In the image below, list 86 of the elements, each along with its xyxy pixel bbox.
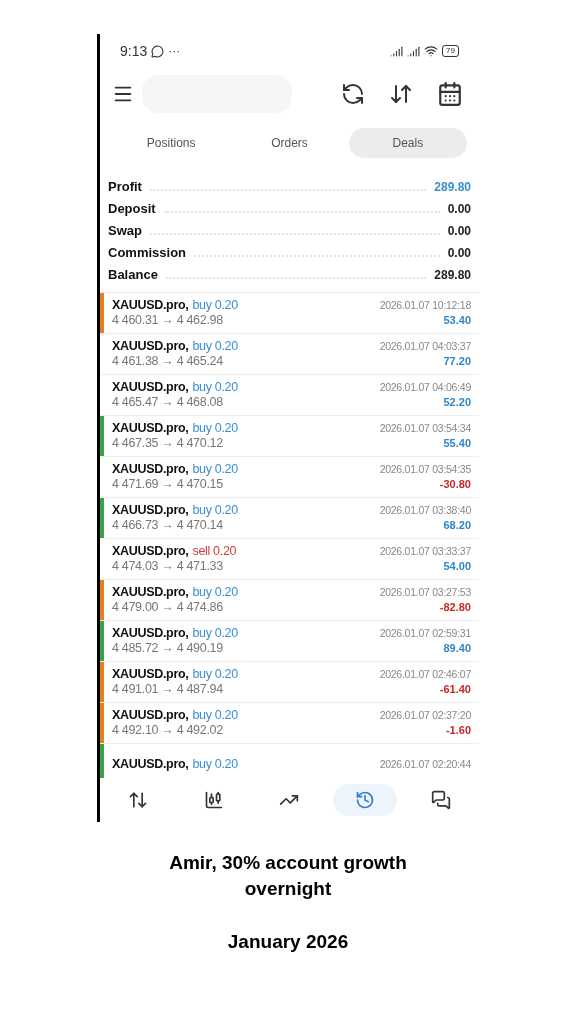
battery-level: 79	[442, 45, 459, 57]
summary-value: 289.80	[434, 267, 471, 284]
history-icon	[355, 790, 376, 810]
deal-profit: 89.40	[443, 641, 471, 656]
deal-trade: buy 0.20	[192, 298, 238, 313]
deal-prices: 4 474.03 → 4 471.33	[112, 559, 224, 574]
deal-symbol: XAUUSD.pro,	[112, 708, 189, 723]
deal-prices: 4 466.73 → 4 470.14	[112, 518, 224, 533]
summary-label: Deposit	[108, 199, 156, 218]
deal-trade: buy 0.20	[192, 380, 238, 395]
deal-time: 2026.01.07 03:38:40	[379, 503, 471, 518]
deal-symbol: XAUUSD.pro,	[112, 339, 189, 354]
arrows-icon	[127, 790, 148, 810]
deal-profit: 55.40	[443, 436, 471, 451]
deal-symbol: XAUUSD.pro,	[112, 298, 189, 313]
deal-symbol: XAUUSD.pro,	[112, 503, 189, 518]
deal-prices: 4 467.35 → 4 470.12	[112, 436, 224, 451]
history-tab[interactable]	[333, 784, 398, 816]
tab[interactable]: Deals	[348, 128, 467, 158]
deal-prices: 4 491.01 → 4 487.94	[112, 682, 224, 697]
refresh-icon[interactable]	[341, 82, 365, 106]
deal-symbol: XAUUSD.pro,	[112, 462, 189, 477]
deal-prices: 4 461.38 → 4 465.24	[112, 354, 224, 369]
deal-symbol: XAUUSD.pro,	[112, 626, 189, 641]
deal-time: 2026.01.07 02:37:20	[379, 708, 471, 723]
sort-icon[interactable]	[389, 82, 413, 106]
deal-symbol: XAUUSD.pro,	[112, 585, 189, 600]
wifi-icon	[424, 44, 439, 58]
calendar-icon[interactable]	[437, 81, 463, 107]
deal-symbol: XAUUSD.pro,	[112, 380, 189, 395]
deal-time: 2026.01.07 10:12:18	[379, 298, 471, 313]
deal-trade: buy 0.20	[192, 421, 238, 436]
deal-trade: buy 0.20	[192, 339, 238, 354]
deal-profit: 68.20	[443, 518, 471, 533]
deal-time: 2026.01.07 03:33:37	[379, 544, 471, 559]
deal-time: 2026.01.07 04:06:49	[379, 380, 471, 395]
deal-time: 2026.01.07 03:54:34	[379, 421, 471, 436]
deal-prices: 4 485.72 → 4 490.19	[112, 641, 224, 656]
deal-trade: buy 0.20	[192, 667, 238, 682]
summary-value: 0.00	[447, 201, 471, 218]
deal-profit: -1.60	[445, 723, 471, 738]
summary-label: Swap	[108, 221, 142, 240]
caption-date: January 2026	[227, 930, 349, 954]
deal-prices: 4 460.31 → 4 462.98	[112, 313, 224, 328]
deal-profit: 77.20	[443, 354, 471, 369]
status-more: ···	[168, 43, 181, 60]
deal-prices: 4 471.69 → 4 470.15	[112, 477, 224, 492]
summary-label: Profit	[108, 177, 142, 196]
summary-value: 289.80	[434, 179, 471, 196]
deal-symbol: XAUUSD.pro,	[112, 421, 189, 436]
deal-time: 2026.01.07 03:27:53	[379, 585, 471, 600]
deal-time: 2026.01.07 02:20:44	[379, 756, 471, 772]
deal-profit: 53.40	[443, 313, 471, 328]
deal-profit: -82.80	[439, 600, 471, 615]
deal-trade: buy 0.20	[192, 462, 238, 477]
deal-prices: 4 465.47 → 4 468.08	[112, 395, 224, 410]
deal-time: 2026.01.07 04:03:37	[379, 339, 471, 354]
deal-prices: 4 492.10 → 4 492.02	[112, 723, 224, 738]
signal-icon	[407, 44, 421, 58]
deal-trade: buy 0.20	[192, 585, 238, 600]
signal-icon	[390, 44, 404, 58]
summary-value: 0.00	[447, 223, 471, 240]
deal-trade: sell 0.20	[192, 544, 237, 559]
deal-trade: buy 0.20	[192, 503, 238, 518]
deal-symbol: XAUUSD.pro,	[112, 756, 189, 772]
deal-trade: buy 0.20	[192, 708, 238, 723]
deal-trade: buy 0.20	[192, 626, 238, 641]
deal-profit: 52.20	[443, 395, 471, 410]
status-time: 9:13	[120, 41, 148, 61]
chat-icon	[151, 44, 165, 58]
deal-profit: -61.40	[439, 682, 471, 697]
chat-icon	[431, 790, 452, 810]
candlestick-icon	[203, 790, 224, 810]
deal-symbol: XAUUSD.pro,	[112, 544, 189, 559]
summary-label: Commission	[108, 243, 186, 262]
summary-label: Balance	[108, 265, 158, 284]
summary-value: 0.00	[447, 245, 471, 262]
deal-symbol: XAUUSD.pro,	[112, 667, 189, 682]
deal-time: 2026.01.07 03:54:35	[379, 462, 471, 477]
deal-prices: 4 479.00 → 4 474.86	[112, 600, 224, 615]
deal-profit: 54.00	[443, 559, 471, 574]
deal-time: 2026.01.07 02:46:07	[379, 667, 471, 682]
caption-title: Amir, 30% account growth overnight	[168, 851, 408, 901]
deal-time: 2026.01.07 02:59:31	[379, 626, 471, 641]
deal-profit: -30.80	[439, 477, 471, 492]
deal-trade: buy 0.20	[192, 756, 238, 772]
